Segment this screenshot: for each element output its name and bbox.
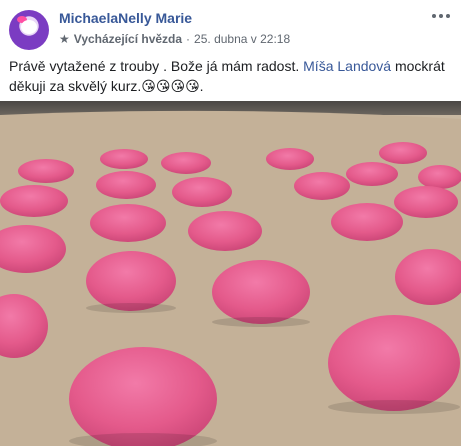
post-text-before: Právě vytažené z trouby . Bože já mám ra… (9, 58, 304, 74)
macaron (294, 172, 350, 200)
macaron (188, 211, 262, 251)
avatar-face (21, 20, 37, 34)
macaron (394, 186, 458, 218)
macaron (379, 142, 427, 164)
macarons-photo (0, 101, 461, 446)
author-name[interactable]: MichaelaNelly Marie (59, 10, 192, 26)
macaron (161, 152, 211, 174)
post-meta: ★ Vycházející hvězda · 25. dubna v 22:18 (59, 32, 290, 46)
post-photo[interactable] (0, 101, 461, 446)
rising-star-icon: ★ (59, 32, 70, 46)
macaron (0, 185, 68, 217)
macaron (172, 177, 232, 207)
macaron (18, 159, 74, 183)
macaron (331, 203, 403, 241)
post-emojis: 😘😘😘😘. (141, 78, 204, 94)
macaron (90, 204, 166, 242)
macaron (96, 171, 156, 199)
post-header: MichaelaNelly Marie ★ Vycházející hvězda… (0, 0, 461, 50)
macaron (266, 148, 314, 170)
macaron (212, 260, 310, 324)
macaron (418, 165, 461, 189)
author-avatar[interactable] (9, 10, 49, 50)
more-options-icon[interactable] (429, 8, 453, 24)
author-badge[interactable]: Vycházející hvězda (74, 32, 182, 46)
macaron (346, 162, 398, 186)
post-date[interactable]: 25. dubna v 22:18 (194, 32, 290, 46)
macaron (86, 251, 176, 311)
post-text: Právě vytažené z trouby . Bože já mám ra… (9, 56, 449, 96)
macaron (100, 149, 148, 169)
macaron (328, 315, 460, 411)
mention-link[interactable]: Míša Landová (303, 58, 391, 74)
meta-separator: · (186, 32, 191, 46)
